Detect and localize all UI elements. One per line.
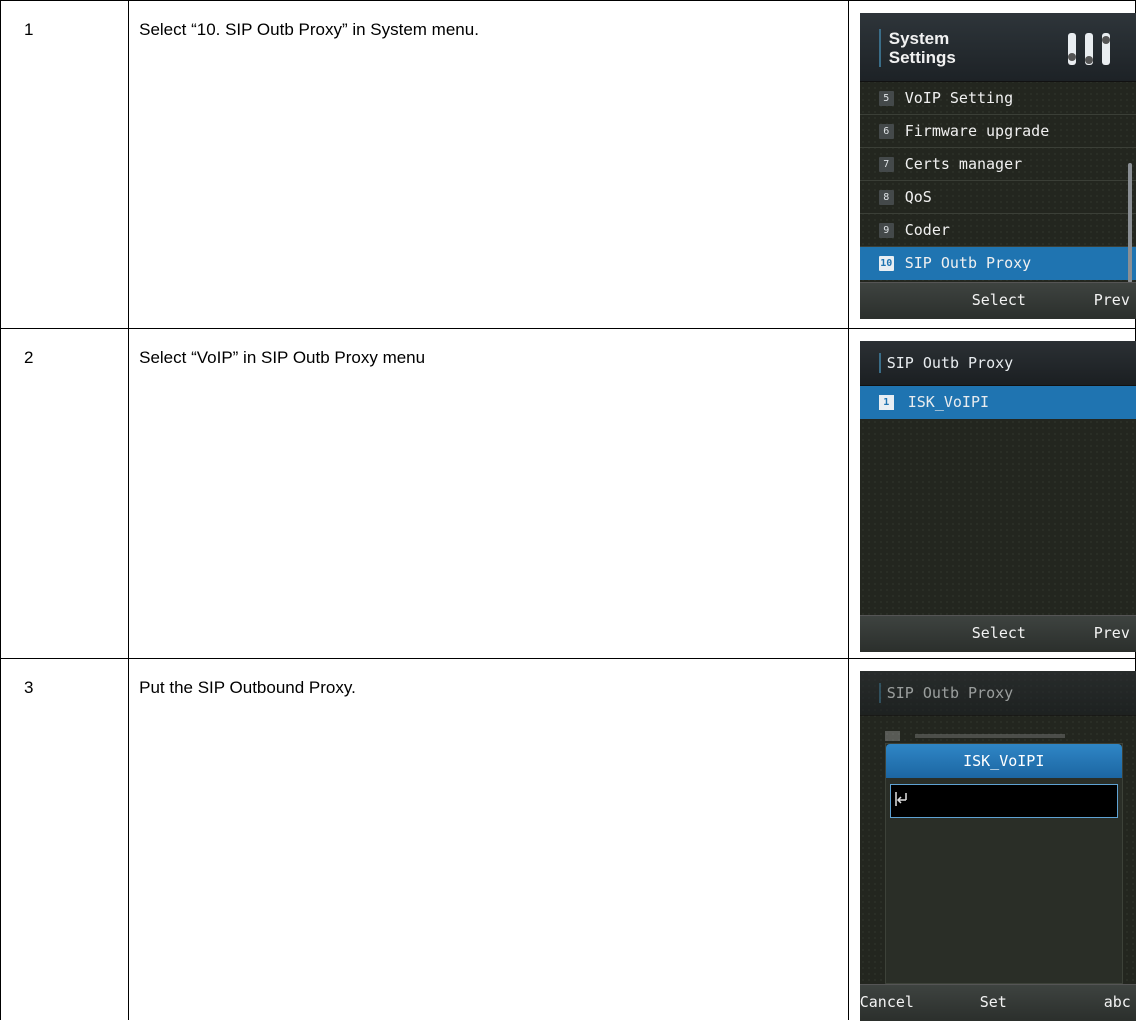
- cancel-softkey[interactable]: Cancel: [860, 993, 914, 1011]
- softkey-bar: Cancel Set abc: [859, 984, 1136, 1021]
- softkey-bar: Select Prev: [859, 282, 1136, 319]
- proxy-input-field[interactable]: [889, 784, 1118, 818]
- set-softkey[interactable]: Set: [980, 993, 1007, 1011]
- step-number-cell: 1: [0, 0, 130, 329]
- step-description: Select “10. SIP Outb Proxy” in System me…: [139, 20, 479, 39]
- menu-item-coder[interactable]: 9 Coder: [859, 214, 1136, 247]
- screen-title: SIP Outb Proxy: [878, 683, 1013, 703]
- dimmed-list-item: [884, 729, 1085, 743]
- step-number-cell: 3: [0, 658, 130, 1020]
- softkey-bar: Select Prev: [859, 615, 1136, 652]
- settings-menu: 5 VoIP Setting 6 Firmware upgrade 7 Certs m…: [859, 82, 1136, 280]
- screen-title: SIP Outb Proxy: [878, 353, 1013, 373]
- menu-item-qos[interactable]: 8 QoS: [859, 181, 1136, 214]
- step-description: Put the SIP Outbound Proxy.: [139, 678, 356, 697]
- screen-title: System Settings: [878, 29, 956, 67]
- abc-softkey[interactable]: abc: [1104, 993, 1131, 1011]
- sliders-icon: [1067, 33, 1110, 65]
- step-row: 3 Put the SIP Outbound Proxy. SIP Outb P…: [0, 658, 1136, 1021]
- prev-softkey[interactable]: Prev: [1094, 624, 1130, 642]
- step-number-cell: 2: [0, 328, 130, 659]
- phone-screen-system-settings: System Settings 5 VoIP Setting 6 Firmware: [859, 13, 1136, 319]
- phone-screen-proxy-input: SIP Outb Proxy ISK_VoIPI Cancel Set abc: [859, 671, 1136, 1021]
- step-description: Select “VoIP” in SIP Outb Proxy menu: [139, 348, 426, 367]
- enter-cursor-icon: [894, 792, 907, 806]
- select-softkey[interactable]: Select: [972, 624, 1026, 642]
- input-dialog: ISK_VoIPI: [884, 743, 1123, 984]
- menu-item-voip-setting[interactable]: 5 VoIP Setting: [859, 82, 1136, 115]
- prev-softkey[interactable]: Prev: [1094, 291, 1130, 309]
- screen-header: SIP Outb Proxy: [859, 671, 1136, 716]
- step-screenshot-cell: SIP Outb Proxy ISK_VoIPI Cancel Set abc: [847, 658, 1136, 1021]
- menu-item-sip-outb-proxy[interactable]: 10 SIP Outb Proxy: [859, 247, 1136, 280]
- step-number: 3: [24, 678, 34, 697]
- step-row: 1 Select “10. SIP Outb Proxy” in System …: [0, 0, 1136, 329]
- step-screenshot-cell: System Settings 5 VoIP Setting 6 Firmware: [847, 0, 1136, 329]
- step-number: 2: [24, 348, 34, 367]
- select-softkey[interactable]: Select: [972, 291, 1026, 309]
- list-item-isk-voipi[interactable]: 1 ISK_VoIPI: [859, 386, 1136, 419]
- step-description-cell: Put the SIP Outbound Proxy.: [128, 658, 849, 1020]
- step-screenshot-cell: SIP Outb Proxy 1 ISK_VoIPI Select Prev: [847, 328, 1136, 659]
- phone-screen-sip-outb-proxy: SIP Outb Proxy 1 ISK_VoIPI Select Prev: [859, 341, 1136, 652]
- menu-item-firmware-upgrade[interactable]: 6 Firmware upgrade: [859, 115, 1136, 148]
- steps-table: 1 Select “10. SIP Outb Proxy” in System …: [0, 0, 1136, 1021]
- screen-header: System Settings: [859, 13, 1136, 82]
- scrollbar[interactable]: [1127, 163, 1132, 283]
- step-number: 1: [24, 20, 34, 39]
- step-description-cell: Select “VoIP” in SIP Outb Proxy menu: [128, 328, 849, 659]
- dialog-title: ISK_VoIPI: [885, 744, 1122, 778]
- step-row: 2 Select “VoIP” in SIP Outb Proxy menu S…: [0, 328, 1136, 659]
- screen-header: SIP Outb Proxy: [859, 341, 1136, 386]
- step-description-cell: Select “10. SIP Outb Proxy” in System me…: [128, 0, 849, 329]
- menu-item-certs-manager[interactable]: 7 Certs manager: [859, 148, 1136, 181]
